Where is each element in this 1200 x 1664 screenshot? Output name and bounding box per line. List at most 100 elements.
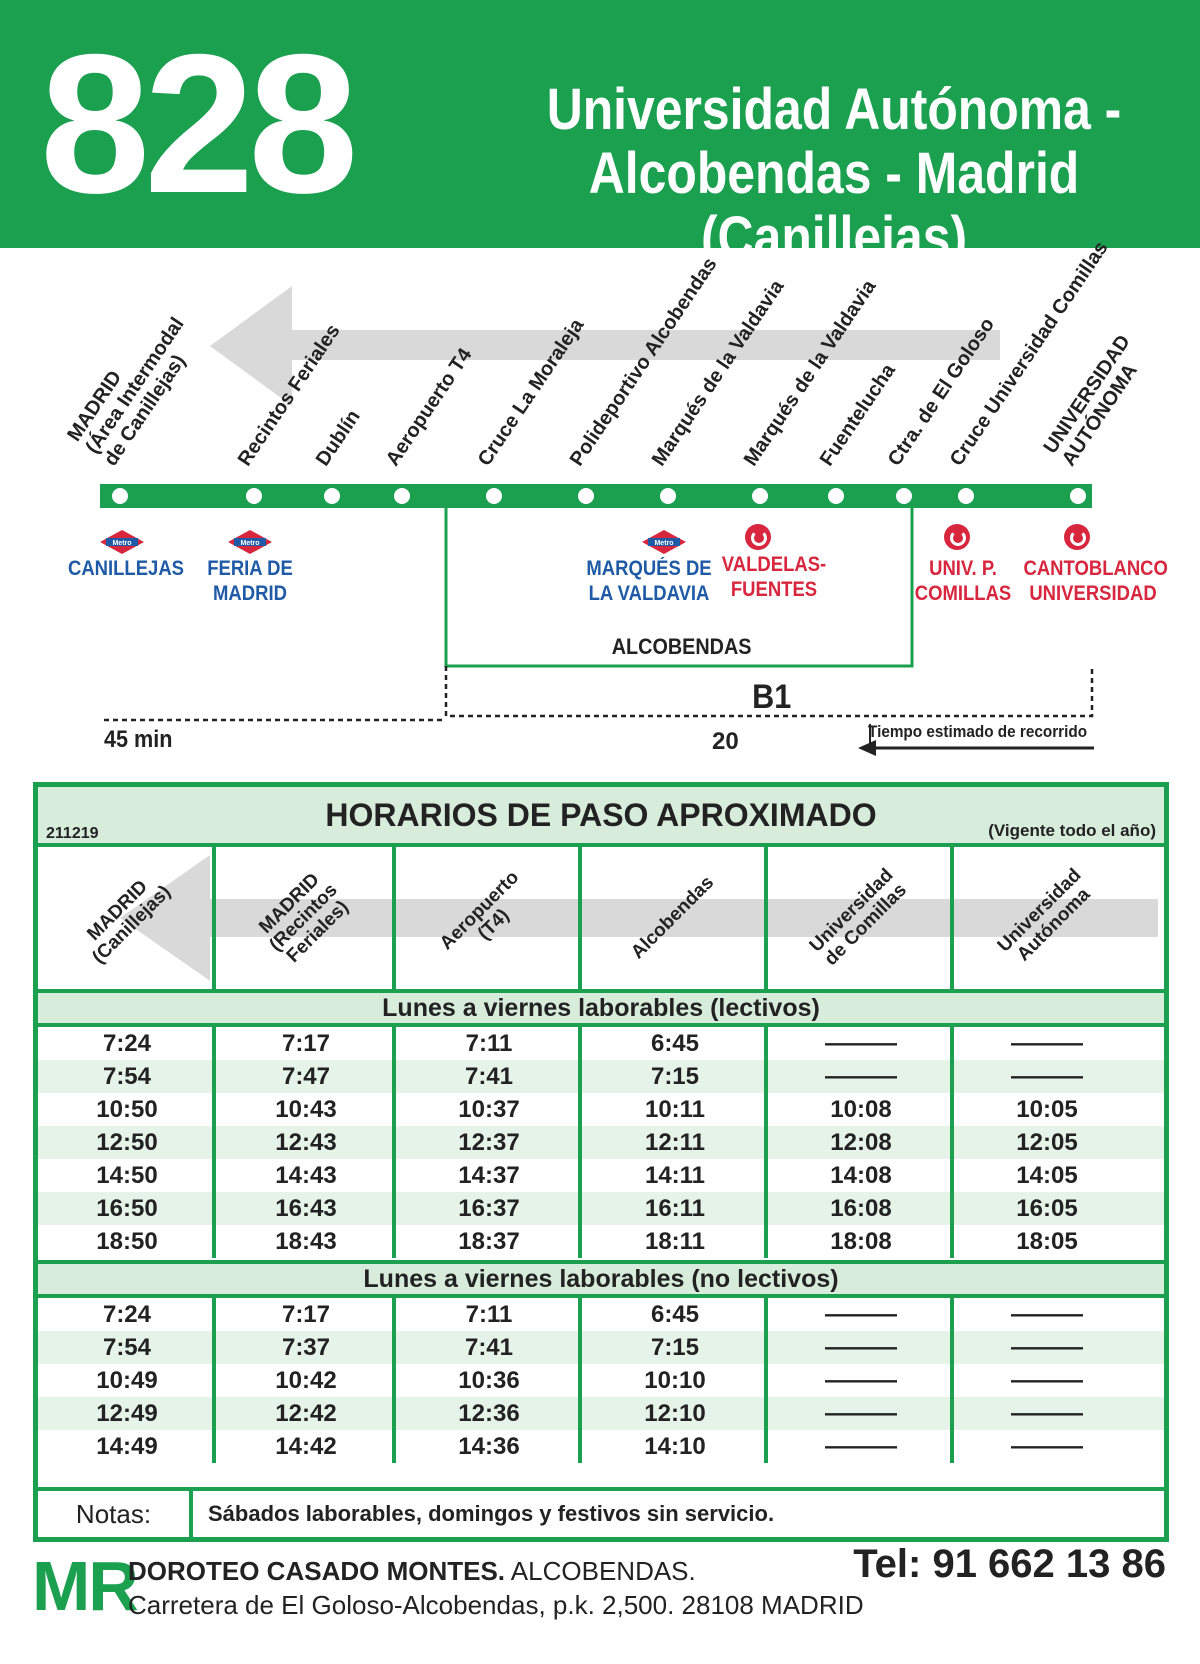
table-cell: 12:36 — [458, 1400, 520, 1427]
table-cell: 16:50 — [96, 1195, 158, 1222]
table-cell: 7:41 — [464, 1334, 514, 1361]
table-cell: 18:43 — [275, 1228, 337, 1255]
table-cell: ——— — [1011, 1433, 1083, 1460]
conn-cantoblanco: CANTOBLANCO UNIVERSIDAD — [1023, 556, 1168, 606]
operator-city: ALCOBENDAS. — [505, 1556, 696, 1586]
time-20-label: 20 — [712, 728, 739, 755]
route-name-line1: Universidad Autónoma - — [546, 77, 1122, 142]
table-cell: 10:42 — [275, 1367, 337, 1394]
column-header-label: Universidad Autónoma — [993, 864, 1095, 966]
column-header: Universidad Autónoma — [954, 847, 1140, 989]
conn-cantoblanco-line1: CANTOBLANCO — [1023, 557, 1168, 580]
route-number: 828 — [40, 13, 358, 234]
conn-comillas-line2: COMILLAS — [914, 582, 1012, 605]
stop-dot — [752, 488, 768, 504]
timetable-code: 211219 — [46, 825, 99, 842]
table-cell: 14:50 — [96, 1162, 158, 1189]
operator-logo: MR — [32, 1547, 139, 1625]
table-cell: 18:11 — [644, 1228, 706, 1255]
stop-dot — [324, 488, 340, 504]
column-header-label: Aeropuerto (T4) — [435, 866, 524, 955]
table-cell: 16:37 — [458, 1195, 520, 1222]
operator-company: DOROTEO CASADO MONTES. ALCOBENDAS. — [128, 1556, 696, 1586]
notes-text: Sábados laborables, domingos y festivos … — [208, 1501, 775, 1526]
table-cell: 7:24 — [102, 1301, 152, 1328]
table-row: 7:54 7:47 7:41 7:15 ——— ——— — [38, 1060, 1164, 1093]
table-cell: ——— — [825, 1367, 897, 1394]
table-cell: 12:49 — [96, 1400, 158, 1427]
notes-row: Notas: Sábados laborables, domingos y fe… — [38, 1487, 1164, 1537]
column-header-label: Universidad de Comillas — [805, 864, 911, 970]
table-row: 10:50 10:43 10:37 10:11 10:08 10:05 — [38, 1093, 1164, 1126]
conn-cantoblanco-line2: UNIVERSIDAD — [1029, 582, 1157, 605]
conn-marques: MARQUÉS DE LA VALDAVIA — [583, 556, 715, 606]
table-row: 16:50 16:43 16:37 16:11 16:08 16:05 — [38, 1192, 1164, 1225]
column-divider — [764, 1298, 768, 1463]
stop-dot — [958, 488, 974, 504]
table-cell: 14:11 — [644, 1162, 706, 1189]
conn-feria-line1: FERIA DE — [207, 557, 293, 580]
section-header: Lunes a viernes laborables (lectivos) — [38, 989, 1164, 1027]
column-divider — [578, 1027, 582, 1258]
table-cell: ——— — [1011, 1400, 1083, 1427]
conn-comillas: UNIV. P. COMILLAS — [911, 556, 1015, 606]
table-row: 14:49 14:42 14:36 14:10 ——— ——— — [38, 1430, 1164, 1463]
timetable-title-row: HORARIOS DE PASO APROXIMADO 211219 (Vige… — [38, 787, 1164, 847]
table-row: 7:54 7:37 7:41 7:15 ——— ——— — [38, 1331, 1164, 1364]
column-divider — [392, 1298, 396, 1463]
time-legend-label: Tiempo estimado de recorrido — [868, 722, 1088, 741]
table-cell: 7:37 — [281, 1334, 331, 1361]
table-cell: 16:11 — [644, 1195, 706, 1222]
column-header: Aeropuerto (T4) — [396, 847, 582, 989]
section-header: Lunes a viernes laborables (no lectivos) — [38, 1260, 1164, 1298]
table-cell: 10:50 — [96, 1096, 158, 1123]
table-cell: 12:43 — [275, 1129, 337, 1156]
timetable-validity: (Vigente todo el año) — [988, 821, 1156, 840]
table-cell: 14:37 — [458, 1162, 520, 1189]
time-45-label: 45 min — [104, 726, 173, 753]
column-divider — [764, 1027, 768, 1258]
table-cell: 18:05 — [1016, 1228, 1078, 1255]
stop-dot — [112, 488, 128, 504]
stop-dot — [896, 488, 912, 504]
zone-alcobendas-label: ALCOBENDAS — [611, 634, 752, 659]
table-cell: 12:11 — [644, 1129, 706, 1156]
cercanias-icon-valdelasfuentes — [745, 524, 771, 550]
timetable: HORARIOS DE PASO APROXIMADO 211219 (Vige… — [33, 782, 1169, 1542]
conn-comillas-line1: UNIV. P. — [929, 557, 997, 580]
stop-dot — [394, 488, 410, 504]
time-legend-arrowhead — [858, 740, 876, 756]
table-cell: 7:54 — [102, 1334, 152, 1361]
table-cell: 7:47 — [281, 1063, 331, 1090]
zone-b1-label: B1 — [752, 678, 792, 716]
table-cell: ——— — [1011, 1334, 1083, 1361]
table-cell: 10:10 — [644, 1367, 706, 1394]
table-cell: ——— — [825, 1030, 897, 1057]
stop-dot — [486, 488, 502, 504]
table-cell: 14:43 — [275, 1162, 337, 1189]
conn-canillejas: CANILLEJAS — [64, 556, 187, 581]
table-cell: 14:05 — [1016, 1162, 1078, 1189]
table-cell: 10:05 — [1016, 1096, 1078, 1123]
table-cell: 7:54 — [102, 1063, 152, 1090]
table-cell: 7:11 — [465, 1301, 513, 1328]
table-cell: 7:15 — [650, 1063, 700, 1090]
column-header: MADRID (Canillejas) — [38, 847, 216, 989]
table-cell: 10:43 — [275, 1096, 337, 1123]
metro-icon-canillejas: Metro — [100, 530, 144, 554]
table-cell: 12:10 — [644, 1400, 706, 1427]
column-divider — [212, 1027, 216, 1258]
table-cell: 12:08 — [830, 1129, 892, 1156]
metro-icon-marques: Metro — [642, 530, 686, 554]
table-cell: 10:08 — [830, 1096, 892, 1123]
column-divider — [578, 1298, 582, 1463]
route-name: Universidad Autónoma - Alcobendas - Madr… — [490, 78, 1178, 270]
table-cell: ——— — [825, 1433, 897, 1460]
conn-marques-line1: MARQUÉS DE — [586, 557, 712, 580]
route-header: 828 Universidad Autónoma - Alcobendas - … — [0, 0, 1200, 270]
table-cell: 7:24 — [102, 1030, 152, 1057]
column-header-label: Alcobendas — [627, 872, 719, 964]
stop-dot — [1070, 488, 1086, 504]
svg-text:Metro: Metro — [654, 540, 673, 547]
column-divider — [212, 1298, 216, 1463]
